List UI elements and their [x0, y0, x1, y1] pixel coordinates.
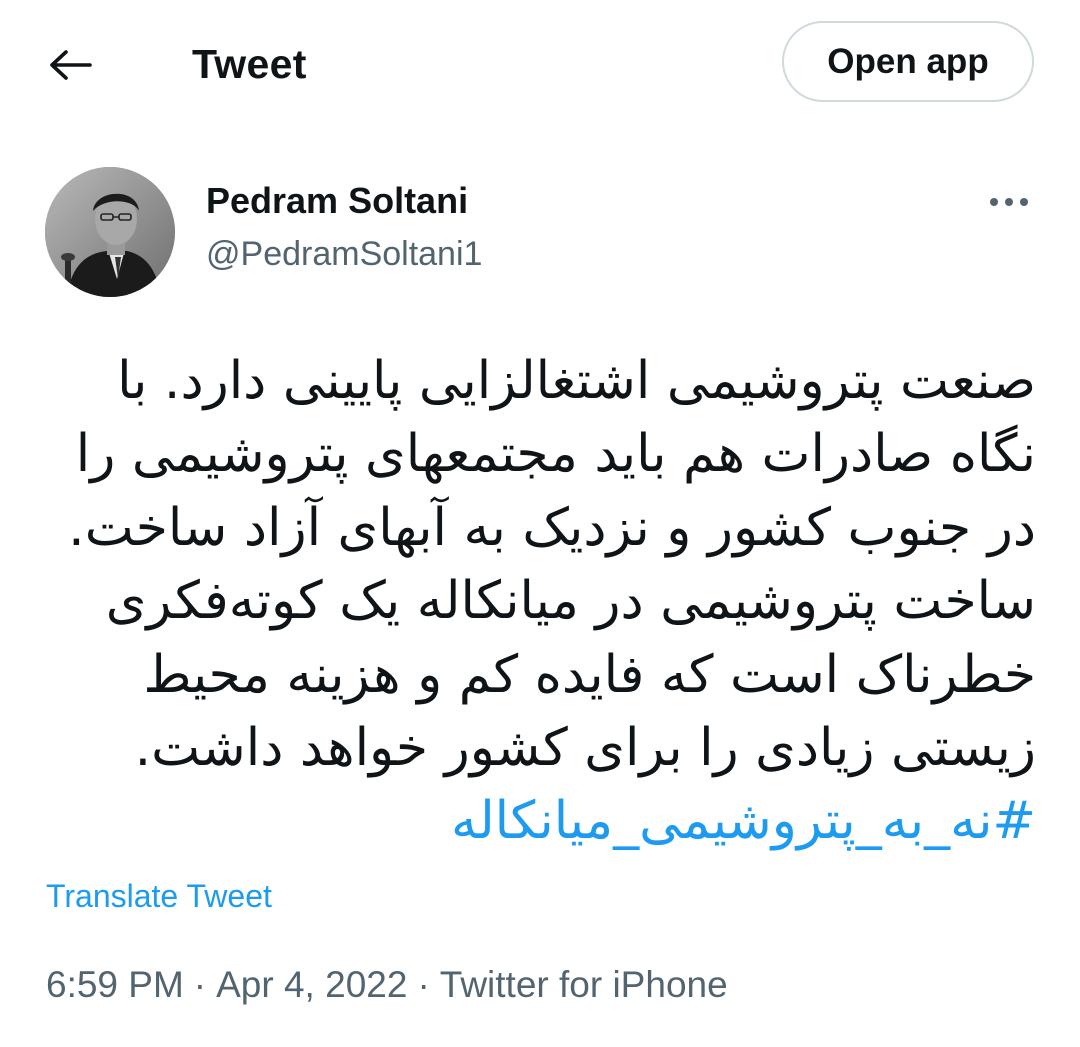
separator: ·: [193, 964, 207, 1005]
arrow-left-icon: [50, 50, 92, 80]
tweet-line: صنعت پتروشیمی اشتغالزایی پایینی دارد. با: [117, 351, 1036, 411]
more-options-button[interactable]: [984, 184, 1034, 220]
tweet-text: صنعت پتروشیمی اشتغالزایی پایینی دارد. با…: [40, 345, 1036, 859]
open-app-button[interactable]: Open app: [782, 21, 1034, 102]
tweet-date: Apr 4, 2022: [216, 964, 408, 1005]
tweet-line: در جنوب کشور و نزدیک به آبهای آزاد ساخت.: [68, 497, 1036, 558]
separator: ·: [417, 964, 430, 1005]
page-title: Tweet: [192, 41, 307, 87]
tweet-time: 6:59 PM: [46, 964, 184, 1005]
hashtag-link[interactable]: #نه_به_پتروشیمی_میانکاله: [40, 785, 1036, 858]
tweet-line: خطرناک است که فایده کم و هزینه محیط: [143, 644, 1036, 705]
tweet-source[interactable]: Twitter for iPhone: [440, 964, 728, 1005]
tweet-line: نگاه صادرات هم باید مجتمعهای پتروشیمی را: [75, 424, 1036, 485]
profile-photo: [45, 167, 175, 297]
author-name[interactable]: Pedram Soltani: [206, 179, 468, 223]
avatar[interactable]: [45, 167, 175, 297]
top-bar: Tweet Open app: [0, 0, 1080, 126]
tweet-line: زیستی زیادی را برای کشور خواهد داشت.: [134, 718, 1036, 779]
author-handle[interactable]: @PedramSoltani1: [206, 232, 482, 276]
back-button[interactable]: [40, 40, 100, 90]
translate-tweet-link[interactable]: Translate Tweet: [46, 876, 272, 916]
tweet-metadata: 6:59 PM · Apr 4, 2022 · Twitter for iPhone: [46, 962, 728, 1008]
more-horizontal-icon: [990, 198, 1028, 206]
tweet-line: ساخت پتروشیمی در میانکاله یک کوته‌فکری: [105, 571, 1036, 632]
